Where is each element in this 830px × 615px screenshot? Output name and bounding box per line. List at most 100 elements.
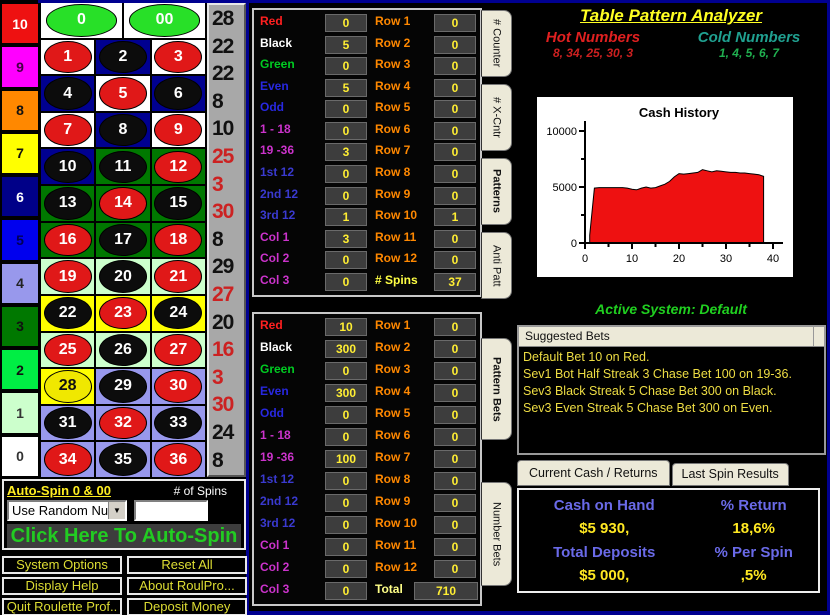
table-cell-13[interactable]: 13	[41, 186, 94, 221]
system-options-button[interactable]: System Options	[2, 556, 122, 574]
table-cell-0[interactable]: 0	[41, 3, 122, 38]
stat-value-row-12: 0	[434, 251, 476, 269]
table-cell-8[interactable]: 8	[96, 113, 149, 148]
table-cell-25[interactable]: 25	[41, 333, 94, 368]
stat-value-2nd-12[interactable]: 0	[325, 494, 367, 512]
pattern-bets-panel: Red10Row 10Black300Row 20Green0Row 30Eve…	[252, 312, 482, 606]
stat-value-row-1[interactable]: 0	[434, 318, 476, 336]
table-cell-10[interactable]: 10	[41, 149, 94, 184]
table-cell-14[interactable]: 14	[96, 186, 149, 221]
table-cell-32[interactable]: 32	[96, 406, 149, 441]
autospin-button[interactable]: Click Here To Auto-Spin	[7, 524, 241, 548]
table-cell-18[interactable]: 18	[152, 223, 205, 258]
table-cell-31[interactable]: 31	[41, 406, 94, 441]
stat-value-black: 5	[325, 36, 367, 54]
table-cell-24[interactable]: 24	[152, 296, 205, 331]
table-cell-33[interactable]: 33	[152, 406, 205, 441]
hot-numbers-block: Hot Numbers 8, 34, 25, 30, 3	[515, 29, 671, 60]
tab-pattern-bets[interactable]: Pattern Bets	[481, 338, 512, 440]
stat-value-col-1[interactable]: 0	[325, 538, 367, 556]
stat-value-row-10[interactable]: 0	[434, 516, 476, 534]
tab-current-cash-returns[interactable]: Current Cash / Returns	[517, 460, 670, 486]
table-cell-7[interactable]: 7	[41, 113, 94, 148]
stat-label-row-9: Row 9	[368, 494, 432, 512]
stat-value-col-2[interactable]: 0	[325, 560, 367, 578]
table-cell-34[interactable]: 34	[41, 442, 94, 477]
stat-value-row-8[interactable]: 0	[434, 472, 476, 490]
table-cell-2[interactable]: 2	[96, 40, 149, 75]
suggested-bets-list[interactable]: Suggested Bets Default Bet 10 on Red.Sev…	[517, 325, 826, 455]
table-cell-22[interactable]: 22	[41, 296, 94, 331]
table-cell-4[interactable]: 4	[41, 76, 94, 111]
stat-value-row-6[interactable]: 0	[434, 428, 476, 446]
table-cell-00[interactable]: 00	[124, 3, 205, 38]
stat-value-total[interactable]: 710	[414, 582, 478, 600]
tab-anti-patt[interactable]: Anti Patt	[481, 232, 512, 299]
table-cell-30[interactable]: 30	[152, 369, 205, 404]
spin-history-list[interactable]: 28222281025330829272016330248	[207, 3, 246, 477]
table-cell-1[interactable]: 1	[41, 40, 94, 75]
stat-value-1st-12[interactable]: 0	[325, 472, 367, 490]
chevron-down-icon[interactable]: ▼	[108, 502, 125, 519]
stat-value-row-2[interactable]: 0	[434, 340, 476, 358]
table-cell-21[interactable]: 21	[152, 259, 205, 294]
table-cell-12[interactable]: 12	[152, 149, 205, 184]
stat-value-row-11[interactable]: 0	[434, 538, 476, 556]
stat-label-row-4: Row 4	[368, 79, 432, 97]
about-roulpro-button[interactable]: About RoulPro...	[127, 577, 247, 595]
svg-text:40: 40	[767, 253, 779, 265]
table-cell-3[interactable]: 3	[152, 40, 205, 75]
stat-label-even: Even	[260, 79, 324, 97]
stat-label-row-1: Row 1	[368, 14, 432, 32]
stat-value-row-7[interactable]: 0	[434, 450, 476, 468]
stat-value-row-2: 0	[434, 36, 476, 54]
stat-value-row-12[interactable]: 0	[434, 560, 476, 578]
table-cell-23[interactable]: 23	[96, 296, 149, 331]
spin-source-dropdown[interactable]: Use Random Nu ▼	[7, 500, 127, 521]
stat-value-col-3[interactable]: 0	[325, 582, 367, 600]
stat-label-red: Red	[260, 318, 324, 336]
table-cell-5[interactable]: 5	[96, 76, 149, 111]
stat-value-black[interactable]: 300	[325, 340, 367, 358]
tab-patterns[interactable]: Patterns	[481, 158, 512, 225]
tab-counter[interactable]: # Counter	[481, 10, 512, 77]
table-cell-29[interactable]: 29	[96, 369, 149, 404]
history-spin-30: 30	[209, 198, 244, 226]
num-spins-input[interactable]	[134, 500, 208, 521]
tab-last-spin-results[interactable]: Last Spin Results	[672, 463, 789, 486]
quit-roulette-prof-button[interactable]: Quit Roulette Prof..	[2, 598, 122, 615]
table-cell-35[interactable]: 35	[96, 442, 149, 477]
display-help-button[interactable]: Display Help	[2, 577, 122, 595]
stat-value-1-18[interactable]: 0	[325, 428, 367, 446]
stat-value-red[interactable]: 10	[325, 318, 367, 336]
reset-all-button[interactable]: Reset All	[127, 556, 247, 574]
table-cell-27[interactable]: 27	[152, 333, 205, 368]
stat-value-green[interactable]: 0	[325, 362, 367, 380]
tab-x-cntr[interactable]: # X-Cntr	[481, 84, 512, 151]
table-cell-20[interactable]: 20	[96, 259, 149, 294]
table-cell-26[interactable]: 26	[96, 333, 149, 368]
deposit-money-button[interactable]: Deposit Money	[127, 598, 247, 615]
table-cell-17[interactable]: 17	[96, 223, 149, 258]
stat-value-row-3[interactable]: 0	[434, 362, 476, 380]
table-cell-28[interactable]: 28	[41, 369, 94, 404]
stat-value-row-4[interactable]: 0	[434, 384, 476, 402]
cash-value-cash-on-hand: $5 930,	[519, 520, 689, 537]
table-cell-15[interactable]: 15	[152, 186, 205, 221]
table-cell-16[interactable]: 16	[41, 223, 94, 258]
table-cell-9[interactable]: 9	[152, 113, 205, 148]
stat-value-3rd-12[interactable]: 0	[325, 516, 367, 534]
table-cell-36[interactable]: 36	[152, 442, 205, 477]
number-oval-2: 2	[99, 41, 147, 73]
table-cell-6[interactable]: 6	[152, 76, 205, 111]
stat-value-odd[interactable]: 0	[325, 406, 367, 424]
table-cell-19[interactable]: 19	[41, 259, 94, 294]
stat-label-row-2: Row 2	[368, 340, 432, 358]
stat-value-row-9[interactable]: 0	[434, 494, 476, 512]
table-cell-11[interactable]: 11	[96, 149, 149, 184]
number-oval-9: 9	[154, 114, 202, 146]
stat-value-row-5[interactable]: 0	[434, 406, 476, 424]
tab-number-bets[interactable]: Number Bets	[481, 482, 512, 586]
stat-value-even[interactable]: 300	[325, 384, 367, 402]
stat-value-19-36[interactable]: 100	[325, 450, 367, 468]
